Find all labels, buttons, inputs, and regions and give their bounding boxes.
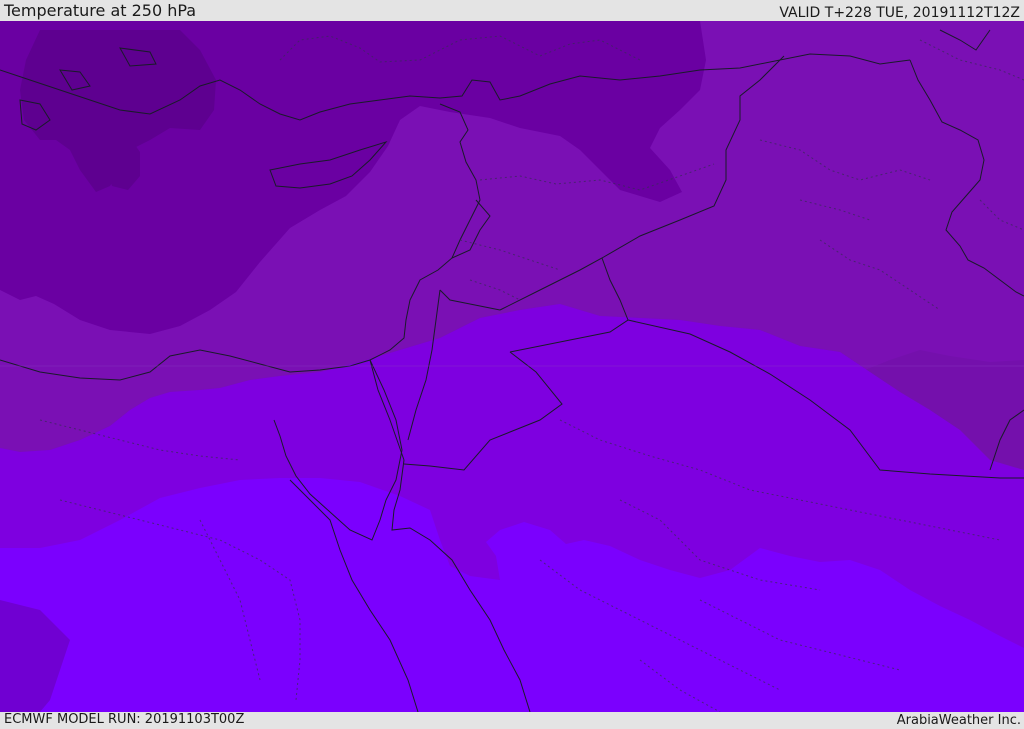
map-figure: Temperature at 250 hPa VALID T+228 TUE, …	[0, 0, 1024, 729]
temperature-map	[0, 21, 1024, 712]
header-bar: Temperature at 250 hPa VALID T+228 TUE, …	[0, 0, 1024, 21]
map-title: Temperature at 250 hPa	[4, 1, 197, 20]
valid-time: VALID T+228 TUE, 20191112T12Z	[779, 5, 1020, 21]
model-run: ECMWF MODEL RUN: 20191103T00Z	[4, 712, 245, 727]
credit: ArabiaWeather Inc.	[896, 713, 1021, 728]
footer-bar: ECMWF MODEL RUN: 20191103T00Z ArabiaWeat…	[0, 712, 1024, 729]
